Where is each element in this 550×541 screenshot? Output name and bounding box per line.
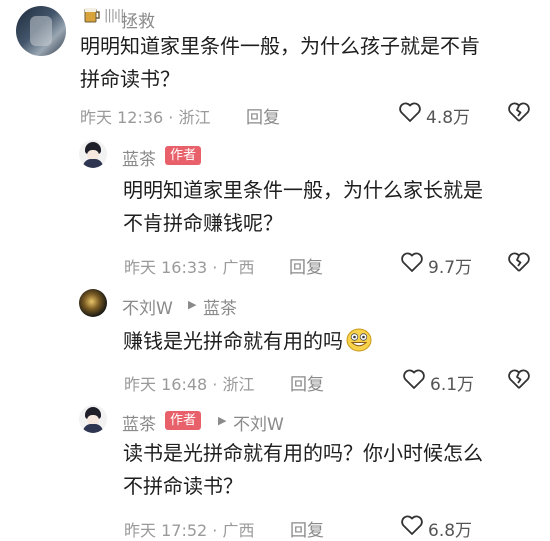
author-badge: 作者 [165,146,202,165]
comment-text-line: 拼命读书？ [80,67,180,91]
reply-to-author[interactable]: 不刘W [233,410,284,435]
like-count: 9.7万 [428,258,473,278]
comment-text: 读书是光拼命就有用的吗？你小时候怎么 不拼命读书？ [123,437,483,503]
comment-text-line: 明明知道家里条件一般，为什么家长就是 [123,178,483,202]
comment-text-line: 明明知道家里条件一般，为什么孩子就是不肯 [80,34,480,58]
comment-text-line: 读书是光拼命就有用的吗？你小时候怎么 [123,441,483,465]
reply-button[interactable]: 回复 [290,516,324,541]
comment-time-location: 昨天 16:48 · 浙江 [124,375,255,394]
comment-text-line: 不肯拼命赚钱呢？ [123,211,283,235]
comment-text: 赚钱是光拼命就有用的吗 [123,325,372,362]
beer-mug-icon [83,6,103,28]
comment-author[interactable]: 蓝茶 [122,145,156,170]
comment-time-location: 昨天 16:33 · 广西 [124,258,255,277]
comment-author[interactable]: 不刘W [122,294,173,319]
avatar[interactable] [16,6,66,56]
reply-arrow-icon: ▶ [218,414,227,427]
broken-heart-icon[interactable] [507,251,531,277]
comment-text: 明明知道家里条件一般，为什么家长就是 不肯拼命赚钱呢？ [123,174,483,240]
heart-outline-icon[interactable] [400,251,424,277]
grin-emoji-icon [346,328,372,362]
broken-heart-icon[interactable] [507,101,531,127]
avatar[interactable] [79,140,107,168]
broken-heart-icon[interactable] [507,368,531,394]
comment-author[interactable]: 拯救 [121,7,155,32]
reply-button[interactable]: 回复 [289,253,323,278]
comment-time-location: 昨天 17:52 · 广西 [124,521,255,540]
like-count: 6.8万 [428,521,473,541]
reply-button[interactable]: 回复 [246,103,280,128]
comment-time-location: 昨天 12:36 · 浙江 [80,108,211,127]
like-count: 4.8万 [426,108,471,128]
heart-outline-icon[interactable] [400,514,424,540]
heart-outline-icon[interactable] [402,368,426,394]
avatar[interactable] [79,405,107,433]
reply-to-author[interactable]: 蓝茶 [203,294,237,319]
comment-text-line: 不拼命读书？ [123,474,243,498]
reply-button[interactable]: 回复 [290,370,324,395]
avatar[interactable] [79,289,107,317]
heart-outline-icon[interactable] [398,101,422,127]
comment-text: 明明知道家里条件一般，为什么孩子就是不肯 拼命读书？ [80,30,480,96]
author-badge: 作者 [165,411,202,430]
like-count: 6.1万 [430,375,475,395]
comment-text-content: 赚钱是光拼命就有用的吗 [123,329,343,353]
comment-text-line: 赚钱是光拼命就有用的吗 [123,325,372,362]
comment-author[interactable]: 蓝茶 [122,410,156,435]
reply-arrow-icon: ▶ [188,298,197,311]
